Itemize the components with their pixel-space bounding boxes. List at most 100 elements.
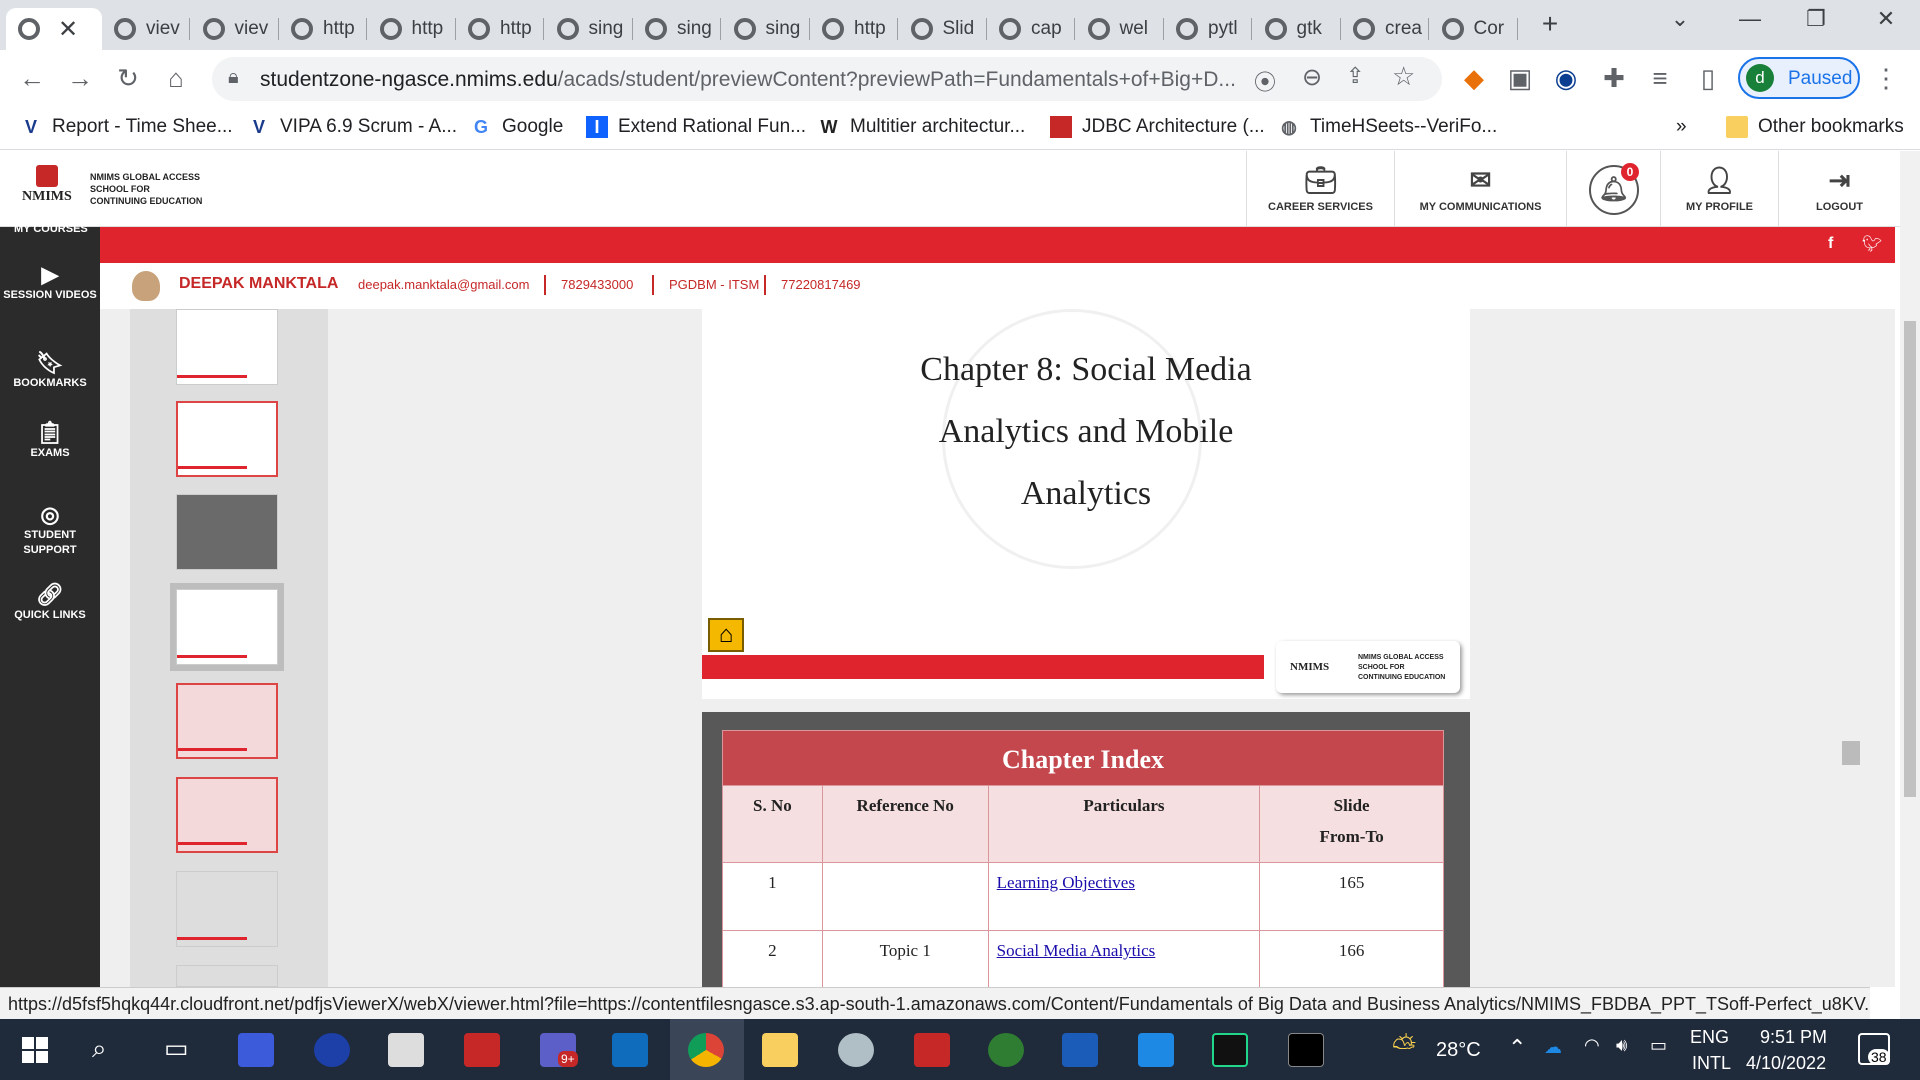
weather-temp[interactable]: 28°C: [1436, 1039, 1481, 1062]
media-control-icon[interactable]: ≡: [1642, 63, 1678, 94]
tab[interactable]: sing: [722, 8, 810, 50]
extension-circle-icon[interactable]: ◉: [1548, 63, 1584, 94]
bookmark-item[interactable]: V Report - Time Shee...: [20, 116, 233, 138]
nav-my-profile[interactable]: 👤︎ MY PROFILE: [1660, 151, 1778, 227]
url-text[interactable]: studentzone-ngasce.nmims.edu/acads/stude…: [260, 68, 1236, 92]
tab[interactable]: http: [279, 8, 367, 50]
taskbar-app-icon[interactable]: [314, 1033, 350, 1067]
tab-active[interactable]: ✕: [6, 8, 102, 50]
bookmark-item[interactable]: I Extend Rational Fun...: [586, 116, 806, 138]
star-icon[interactable]: ☆: [1392, 61, 1415, 92]
photos-icon[interactable]: [1138, 1033, 1174, 1067]
twitter-icon[interactable]: 🐦︎: [1862, 234, 1882, 254]
sidebar-item-bookmarks[interactable]: 🔖︎ BOOKMARKS: [0, 352, 100, 391]
nav-career-services[interactable]: 💼︎ CAREER SERVICES: [1246, 151, 1394, 227]
close-window-button[interactable]: ✕: [1866, 6, 1906, 32]
tab[interactable]: Slid: [899, 8, 987, 50]
file-explorer-icon[interactable]: [762, 1033, 798, 1067]
page-scrollbar[interactable]: [1900, 151, 1920, 1019]
language-layout[interactable]: INTL: [1692, 1053, 1731, 1074]
minimize-button[interactable]: —: [1730, 6, 1770, 32]
tab[interactable]: crea: [1341, 8, 1429, 50]
sidebar-item-quick-links[interactable]: 🔗︎ QUICK LINKS: [0, 584, 100, 623]
clock-time[interactable]: 9:51 PM: [1760, 1027, 1827, 1048]
nav-my-communications[interactable]: ✉ MY COMMUNICATIONS: [1394, 151, 1566, 227]
tab[interactable]: Cor: [1430, 8, 1518, 50]
reload-icon[interactable]: ↻: [110, 63, 146, 94]
my-courses-link[interactable]: MY COURSES: [14, 223, 88, 235]
terminal-icon[interactable]: [1288, 1033, 1324, 1067]
taskbar-app-icon[interactable]: [838, 1033, 874, 1067]
outlook-icon[interactable]: [612, 1033, 648, 1067]
address-bar[interactable]: 🔒︎ studentzone-ngasce.nmims.edu/acads/st…: [212, 57, 1442, 101]
bookmark-item[interactable]: ◍ TimeHSeets--VeriFo...: [1278, 116, 1497, 138]
bookmarks-more-button[interactable]: »: [1676, 116, 1687, 138]
restore-button[interactable]: ❐: [1796, 6, 1836, 32]
bookmark-item[interactable]: V VIPA 6.9 Scrum - A...: [248, 116, 457, 138]
wifi-icon[interactable]: ◠: [1584, 1035, 1600, 1056]
tab[interactable]: http: [810, 8, 898, 50]
extensions-puzzle-icon[interactable]: ✚: [1596, 63, 1632, 94]
zoom-icon[interactable]: ⊖: [1302, 63, 1322, 92]
taskbar-app-icon[interactable]: [388, 1033, 424, 1067]
profile-button[interactable]: d Paused: [1738, 57, 1860, 99]
nmims-logo[interactable]: NMIMS NMIMS GLOBAL ACCESS SCHOOL FOR CON…: [20, 165, 220, 215]
forward-icon[interactable]: →: [62, 63, 98, 94]
lock-icon[interactable]: 🔒︎: [228, 66, 239, 89]
bookmark-item[interactable]: JDBC Architecture (...: [1050, 116, 1265, 138]
tab[interactable]: gtk: [1253, 8, 1341, 50]
side-panel-icon[interactable]: ▯: [1690, 63, 1726, 94]
tab[interactable]: pytl: [1164, 8, 1252, 50]
back-icon[interactable]: ←: [14, 63, 50, 94]
new-tab-button[interactable]: +: [1530, 8, 1570, 40]
share-icon[interactable]: ⇪: [1346, 63, 1364, 89]
tab[interactable]: sing: [545, 8, 633, 50]
taskbar-app-icon[interactable]: [464, 1033, 500, 1067]
other-bookmarks[interactable]: Other bookmarks: [1726, 116, 1904, 138]
home-icon[interactable]: ⌂: [158, 63, 194, 94]
slide-thumbnail[interactable]: [176, 401, 278, 477]
tab[interactable]: viev: [102, 8, 190, 50]
sidebar-item-student-support[interactable]: ◎ STUDENT SUPPORT: [0, 504, 100, 558]
facebook-icon[interactable]: f: [1828, 235, 1833, 253]
extension-gray-icon[interactable]: ▣: [1502, 63, 1538, 94]
clock-date[interactable]: 4/10/2022: [1746, 1053, 1826, 1074]
particulars-link[interactable]: Social Media Analytics: [997, 941, 1156, 960]
battery-icon[interactable]: ▭: [1650, 1035, 1667, 1056]
tab[interactable]: wel: [1076, 8, 1164, 50]
bookmark-item[interactable]: G Google: [470, 116, 563, 138]
nav-notifications[interactable]: 🔔︎ 0: [1566, 151, 1660, 227]
close-tab-icon[interactable]: ✕: [58, 15, 78, 44]
slide-thumbnail[interactable]: [176, 777, 278, 853]
slide-thumbnail[interactable]: [176, 871, 278, 947]
tab[interactable]: http: [456, 8, 544, 50]
chrome-icon[interactable]: [688, 1033, 724, 1067]
extension-orange-icon[interactable]: ◆: [1456, 63, 1492, 94]
taskbar-app-icon[interactable]: [988, 1033, 1024, 1067]
onedrive-icon[interactable]: ☁︎: [1544, 1037, 1562, 1058]
search-icon[interactable]: ⌕: [92, 1033, 107, 1065]
windows-start-icon[interactable]: [22, 1037, 48, 1063]
home-icon[interactable]: ⌂: [708, 618, 744, 652]
slide-thumbnail[interactable]: [176, 965, 278, 987]
slide-thumbnail[interactable]: [176, 494, 278, 570]
tray-chevron-icon[interactable]: ⌃: [1508, 1035, 1526, 1061]
volume-icon[interactable]: 🔊︎: [1616, 1035, 1627, 1056]
particulars-link[interactable]: Learning Objectives: [997, 873, 1135, 892]
word-icon[interactable]: [1062, 1033, 1098, 1067]
tab[interactable]: sing: [633, 8, 721, 50]
slide-thumbnail-current[interactable]: [176, 589, 278, 665]
slide-thumbnail[interactable]: [176, 309, 278, 385]
sidebar-item-exams[interactable]: 📋︎ EXAMS: [0, 422, 100, 461]
tab[interactable]: cap: [987, 8, 1075, 50]
location-icon[interactable]: ⦿: [1254, 65, 1276, 97]
viewer-scroll-handle-right[interactable]: [1842, 741, 1860, 765]
teams-icon[interactable]: 9+: [540, 1033, 578, 1067]
bookmark-item[interactable]: W Multitier architectur...: [818, 116, 1026, 138]
language-indicator[interactable]: ENG: [1690, 1027, 1729, 1048]
scrollbar-thumb[interactable]: [1904, 321, 1916, 797]
tab[interactable]: viev: [191, 8, 279, 50]
tab-search-icon[interactable]: ⌄: [1660, 6, 1700, 32]
taskbar-app-icon[interactable]: [238, 1033, 274, 1067]
nav-logout[interactable]: ⇥ LOGOUT: [1778, 151, 1900, 227]
